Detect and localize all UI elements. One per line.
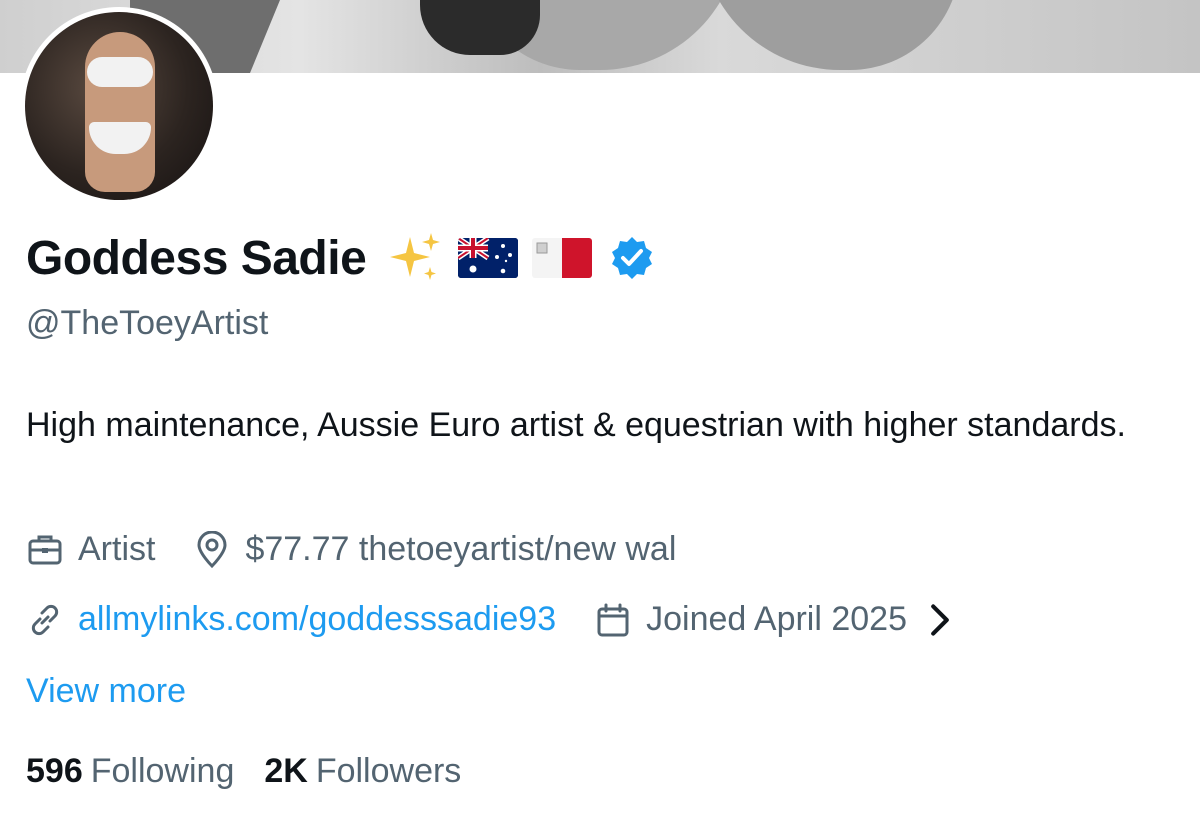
sparkles-emoji bbox=[386, 229, 444, 287]
link-icon bbox=[31, 604, 59, 635]
followers-stat[interactable]: 2K Followers bbox=[264, 752, 461, 791]
profile-meta-row-1: Artist $77.77 thetoeyartist/new wal bbox=[26, 530, 714, 569]
follow-stats: 596 Following 2K Followers bbox=[26, 752, 491, 791]
profession-item: Artist bbox=[26, 530, 155, 569]
calendar-icon bbox=[597, 603, 629, 636]
location-pin-icon bbox=[197, 530, 227, 568]
user-handle: @TheToeyArtist bbox=[26, 304, 269, 342]
australia-flag-icon bbox=[458, 238, 519, 278]
profile-meta-row-2: allmylinks.com/goddesssadie93 Joined Apr… bbox=[26, 600, 1011, 639]
website-item[interactable]: allmylinks.com/goddesssadie93 bbox=[26, 600, 556, 639]
website-link[interactable]: allmylinks.com/goddesssadie93 bbox=[78, 600, 556, 639]
chevron-right-icon[interactable] bbox=[921, 601, 959, 639]
profile-bio: High maintenance, Aussie Euro artist & e… bbox=[26, 406, 1126, 444]
profile-avatar[interactable] bbox=[20, 7, 218, 205]
following-count: 596 bbox=[26, 752, 83, 790]
followers-label: Followers bbox=[315, 752, 462, 790]
display-name: Goddess Sadie bbox=[26, 231, 367, 285]
briefcase-icon bbox=[28, 535, 62, 564]
joined-item[interactable]: Joined April 2025 bbox=[594, 600, 973, 639]
name-row: Goddess Sadie bbox=[26, 226, 656, 290]
followers-count: 2K bbox=[264, 752, 308, 790]
malta-flag-icon bbox=[532, 238, 593, 278]
joined-label: Joined April 2025 bbox=[646, 600, 907, 638]
following-stat[interactable]: 596 Following bbox=[26, 752, 234, 791]
verified-badge-icon[interactable] bbox=[608, 234, 656, 282]
profession-label: Artist bbox=[78, 530, 156, 568]
view-more-link[interactable]: View more bbox=[26, 672, 186, 711]
location-item: $77.77 thetoeyartist/new wal bbox=[193, 530, 676, 569]
following-label: Following bbox=[90, 752, 235, 790]
location-label: $77.77 thetoeyartist/new wal bbox=[245, 530, 677, 568]
